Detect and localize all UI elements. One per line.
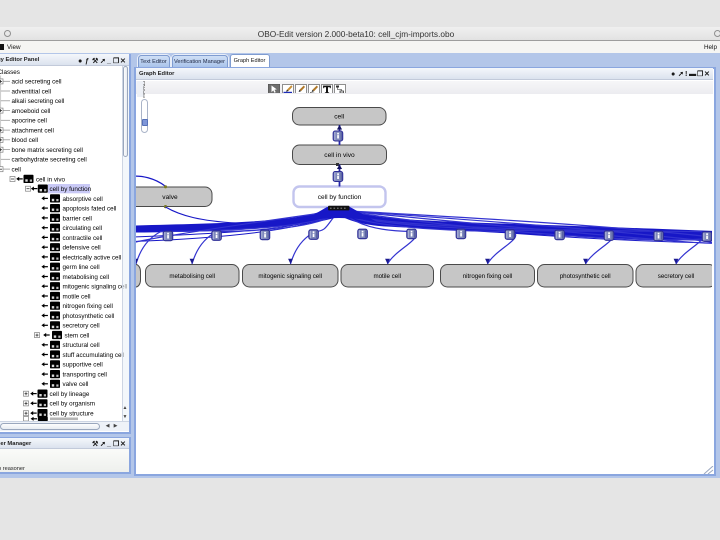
svg-text:contractile cell: contractile cell [63,235,103,242]
svg-text:Classes: Classes [0,69,20,76]
svg-text:apocrine cell: apocrine cell [12,118,47,125]
svg-text:metabolising cell: metabolising cell [63,274,110,281]
svg-text:cell: cell [334,114,344,121]
svg-text:bone matrix secreting cell: bone matrix secreting cell [12,147,83,154]
svg-text:stuff accumulating cell: stuff accumulating cell [63,352,125,359]
svg-text:metabolising cell: metabolising cell [169,273,215,280]
svg-text:acid secreting cell: acid secreting cell [12,79,62,86]
svg-text:motile cell: motile cell [373,273,401,280]
svg-text:secretory cell: secretory cell [63,323,100,330]
svg-text:carbohydrate secreting cell: carbohydrate secreting cell [12,157,87,164]
svg-text:supportive cell: supportive cell [63,362,103,369]
svg-text:barrier cell: barrier cell [63,215,92,222]
svg-text:cell by organism: cell by organism [50,401,96,408]
svg-text:attachment cell: attachment cell [12,128,54,135]
svg-text:valve: valve [162,194,178,201]
svg-text:nitrogen fixing cell: nitrogen fixing cell [63,303,113,310]
svg-text:photosynthetic cell: photosynthetic cell [560,273,611,280]
svg-text:germ line cell: germ line cell [63,264,100,271]
svg-text:adventitial cell: adventitial cell [12,88,52,95]
svg-text:nitrogen fixing cell: nitrogen fixing cell [463,273,513,280]
svg-text:electrically active cell: electrically active cell [63,254,122,261]
svg-text:photosynthetic cell: photosynthetic cell [63,313,115,320]
svg-text:structural cell: structural cell [63,342,100,349]
svg-text:motile cell: motile cell [63,293,91,300]
svg-text:blood cell: blood cell [12,137,39,144]
svg-text:cell: cell [12,167,21,174]
svg-text:mitogenic signaling cell: mitogenic signaling cell [63,284,128,291]
svg-text:cell by function: cell by function [50,186,92,193]
svg-text:cell by structure: cell by structure [50,411,95,418]
svg-text:cell by function: cell by function [318,194,362,201]
svg-text:mitogenic signaling cell: mitogenic signaling cell [258,273,322,280]
svg-text:cell by lineage: cell by lineage [50,391,90,398]
svg-text:amoeboid cell: amoeboid cell [12,108,51,115]
svg-text:valve cell: valve cell [63,381,89,388]
svg-text:transporting cell: transporting cell [63,372,107,379]
svg-text:PROCESS: PROCESS [142,81,145,98]
svg-text:alkali secreting cell: alkali secreting cell [12,98,65,105]
svg-text:defensive cell: defensive cell [63,245,101,252]
svg-text:secretory cell: secretory cell [658,273,694,280]
svg-text:cell in vivo: cell in vivo [324,152,355,159]
svg-text:cell in vivo: cell in vivo [36,176,66,183]
svg-text:apoptosis fated cell: apoptosis fated cell [63,206,117,213]
svg-text:circulating cell: circulating cell [63,225,103,232]
svg-text:absorptive cell: absorptive cell [63,196,103,203]
svg-text:stem cell: stem cell [65,332,90,339]
